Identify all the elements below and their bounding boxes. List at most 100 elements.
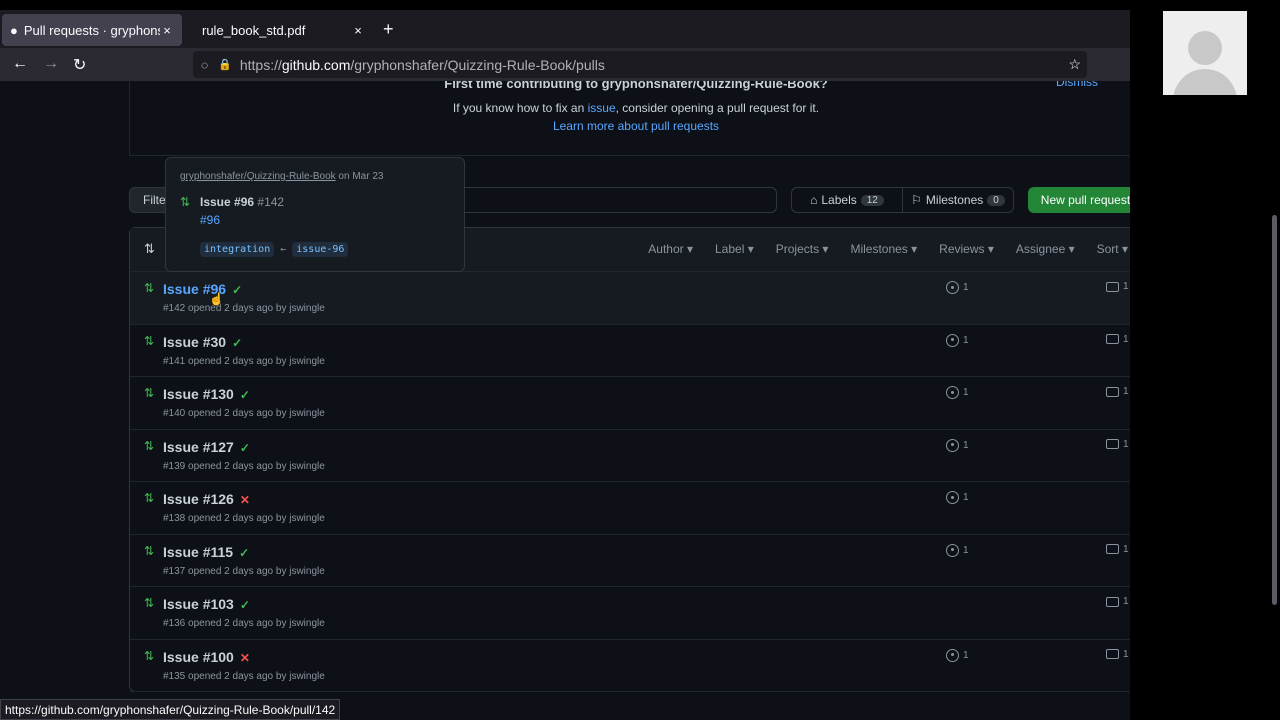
- hovercard-number: #142: [257, 195, 285, 209]
- comment-count-value: 1: [1123, 543, 1129, 555]
- mouse-pointer-icon: ☝: [209, 292, 224, 306]
- pull-request-open-icon: ⇅: [180, 195, 191, 209]
- pull-request-row: ⇅ Issue #126 ✕ #138 opened 2 days ago by …: [130, 482, 1130, 535]
- reload-icon[interactable]: ↻: [73, 55, 86, 75]
- pull-request-title-text: Issue #130: [163, 386, 234, 402]
- pull-request-title[interactable]: Issue #100 ✕: [163, 649, 250, 665]
- avatar-head: [1188, 31, 1222, 65]
- issue-link[interactable]: issue: [588, 101, 616, 115]
- bookmark-star-icon[interactable]: ☆: [1068, 56, 1081, 73]
- author-filter[interactable]: Author ▾: [648, 242, 693, 256]
- issue-icon: [946, 648, 959, 662]
- comment-icon: [1106, 596, 1119, 607]
- projects-filter[interactable]: Projects ▾: [776, 242, 829, 256]
- check-icon[interactable]: ✓: [232, 336, 242, 350]
- tab-pdf[interactable]: rule_book_std.pdf ×: [188, 14, 373, 46]
- labels-counter: 12: [860, 194, 884, 206]
- linked-issue-count[interactable]: 1: [946, 281, 969, 294]
- assignee-filter[interactable]: Assignee ▾: [1016, 242, 1075, 256]
- issue-count: 1: [963, 439, 969, 451]
- comment-count[interactable]: 1: [1106, 544, 1129, 555]
- pull-request-list: ⇅ Author ▾ Label ▾ Projects ▾ Milestones…: [129, 227, 1130, 692]
- lock-icon[interactable]: 🔒: [218, 58, 232, 71]
- base-branch[interactable]: integration: [200, 242, 275, 257]
- pull-request-title[interactable]: Issue #96 ✓: [163, 281, 242, 297]
- comment-count-value: 1: [1123, 596, 1129, 607]
- pull-request-meta: #139 opened 2 days ago by jswingle: [163, 460, 325, 472]
- check-icon[interactable]: ✓: [240, 388, 250, 402]
- issue-count: 1: [963, 387, 969, 398]
- dismiss-button[interactable]: Dismiss: [1056, 81, 1098, 89]
- pull-request-meta: #138 opened 2 days ago by jswingle: [163, 513, 325, 524]
- merge-arrow-icon: ←: [280, 244, 287, 255]
- check-icon[interactable]: ✓: [232, 283, 242, 297]
- pull-request-row: ⇅ Issue #30 ✓ #141 opened 2 days ago by j…: [130, 325, 1130, 377]
- hovercard-repo: gryphonshafer/Quizzing-Rule-Book on Mar …: [180, 171, 383, 182]
- new-pull-request-button[interactable]: New pull request: [1028, 187, 1130, 213]
- label-filter[interactable]: Label ▾: [715, 242, 754, 256]
- back-arrow-icon[interactable]: ←: [12, 55, 28, 73]
- issue-count: 1: [963, 334, 969, 346]
- url-bar[interactable]: ◌ 🔒 https://github.com/gryphonshafer/Qui…: [193, 51, 1087, 78]
- milestones-filter[interactable]: Milestones ▾: [850, 242, 917, 256]
- issue-icon: [946, 386, 959, 399]
- list-filters: Author ▾ Label ▾ Projects ▾ Milestones ▾…: [648, 242, 1128, 256]
- issue-count: 1: [963, 649, 969, 661]
- pull-request-open-icon: ⇅: [144, 491, 155, 505]
- x-icon[interactable]: ✕: [240, 493, 250, 507]
- sort-filter[interactable]: Sort ▾: [1097, 242, 1128, 256]
- hovercard-title-text[interactable]: Issue #96: [200, 195, 254, 209]
- comment-icon: [1106, 281, 1119, 292]
- comment-icon: [1106, 386, 1119, 397]
- pull-request-title[interactable]: Issue #103 ✓: [163, 596, 250, 612]
- hovercard-issue-link[interactable]: #96: [200, 213, 220, 227]
- learn-more-link[interactable]: Learn more about pull requests: [130, 119, 1130, 133]
- shield-icon[interactable]: ◌: [201, 58, 208, 72]
- comment-count[interactable]: 1: [1106, 386, 1129, 397]
- milestones-button[interactable]: ⚐ Milestones 0: [902, 188, 1013, 212]
- webcam-avatar-placeholder: [1163, 11, 1247, 95]
- pull-request-title[interactable]: Issue #30 ✓: [163, 334, 242, 350]
- close-tab-icon[interactable]: ×: [160, 23, 174, 38]
- labels-button[interactable]: ⌂ Labels 12: [792, 188, 902, 212]
- comment-count[interactable]: 1: [1106, 649, 1129, 660]
- pull-request-icon: ⇅: [144, 241, 155, 256]
- head-branch[interactable]: issue-96: [292, 242, 349, 257]
- pull-request-title[interactable]: Issue #115 ✓: [163, 544, 249, 560]
- banner-title: First time contributing to gryphonshafer…: [444, 81, 828, 91]
- pull-request-title[interactable]: Issue #130 ✓: [163, 386, 250, 402]
- new-tab-button[interactable]: +: [383, 19, 394, 40]
- pull-request-title[interactable]: Issue #126 ✕: [163, 491, 250, 507]
- linked-issue-count[interactable]: 1: [946, 386, 969, 399]
- pull-request-row: ⇅ Issue #115 ✓ #137 opened 2 days ago by …: [130, 535, 1130, 587]
- pull-request-title-text: Issue #103: [163, 596, 234, 612]
- linked-issue-count[interactable]: 1: [946, 648, 969, 662]
- link-status-bar: https://github.com/gryphonshafer/Quizzin…: [0, 699, 341, 720]
- linked-issue-count[interactable]: 1: [946, 438, 969, 452]
- pull-request-open-icon: ⇅: [144, 333, 155, 348]
- comment-count[interactable]: 1: [1106, 439, 1129, 450]
- pull-request-open-icon: ⇅: [144, 596, 155, 610]
- forward-arrow-icon[interactable]: →: [43, 55, 59, 73]
- linked-issue-count[interactable]: 1: [946, 543, 969, 557]
- pull-request-meta: #140 opened 2 days ago by jswingle: [163, 408, 325, 419]
- check-icon[interactable]: ✓: [239, 546, 249, 560]
- hovercard-repo-link[interactable]: gryphonshafer/Quizzing-Rule-Book: [180, 171, 336, 182]
- issue-icon: [946, 438, 959, 452]
- tab-pull-requests[interactable]: ● Pull requests · gryphonsh ×: [2, 14, 182, 46]
- check-icon[interactable]: ✓: [240, 441, 250, 455]
- check-icon[interactable]: ✓: [240, 598, 250, 612]
- close-tab-icon[interactable]: ×: [351, 23, 365, 38]
- x-icon[interactable]: ✕: [240, 651, 250, 665]
- avatar-body: [1173, 69, 1237, 95]
- comment-count[interactable]: 1: [1106, 281, 1129, 292]
- pull-request-title[interactable]: Issue #127 ✓: [163, 439, 250, 455]
- comment-count[interactable]: 1: [1106, 334, 1129, 345]
- linked-issue-count[interactable]: 1: [946, 333, 969, 347]
- tab-bar: ● Pull requests · gryphonsh × rule_book_…: [0, 10, 1130, 48]
- reviews-filter[interactable]: Reviews ▾: [939, 242, 994, 256]
- comment-count[interactable]: 1: [1106, 596, 1129, 607]
- linked-issue-count[interactable]: 1: [946, 491, 969, 504]
- page-scrollbar[interactable]: [1272, 215, 1277, 605]
- issue-count: 1: [963, 282, 969, 293]
